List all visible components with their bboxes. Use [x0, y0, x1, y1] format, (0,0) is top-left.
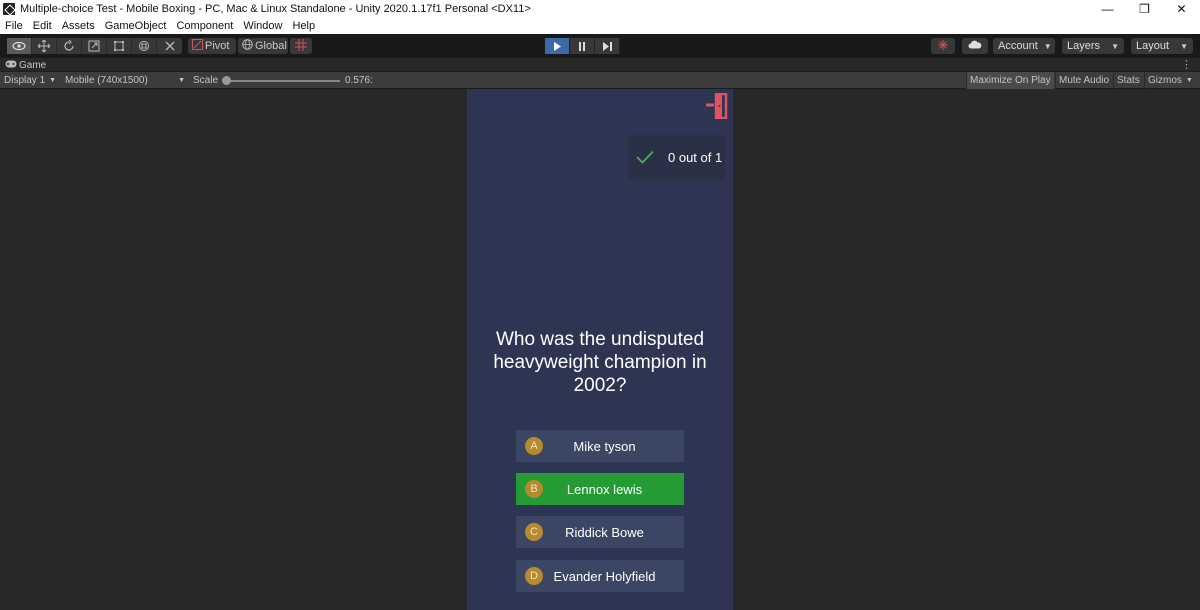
- gamepad-icon: [5, 60, 17, 70]
- scale-slider-handle[interactable]: [222, 76, 231, 85]
- layout-label: Layout: [1136, 40, 1170, 52]
- maximize-on-play-toggle[interactable]: Maximize On Play: [966, 72, 1054, 89]
- question-text: Who was the undisputed heavyweight champ…: [493, 329, 707, 396]
- account-label: Account: [998, 40, 1038, 52]
- window-controls: — ❐ ✕: [1089, 0, 1200, 18]
- chevron-down-icon: ▼: [1180, 41, 1188, 51]
- menu-edit[interactable]: Edit: [28, 20, 57, 32]
- game-tab-bar: Game ⋮: [0, 58, 1200, 72]
- layout-dropdown[interactable]: Layout ▼: [1131, 38, 1193, 54]
- gizmos-label: Gizmos: [1148, 75, 1182, 86]
- restore-button[interactable]: ❐: [1126, 0, 1163, 18]
- cloud-icon: [968, 40, 982, 52]
- collab-button[interactable]: [931, 38, 955, 54]
- transform-tool-icon[interactable]: [132, 38, 157, 54]
- playback-controls: [545, 38, 620, 54]
- chevron-down-icon: ▼: [1185, 77, 1193, 84]
- view-tool-eye-icon[interactable]: [7, 38, 32, 54]
- play-button[interactable]: [545, 38, 570, 54]
- answer-text: Evander Holyfield: [553, 568, 656, 584]
- gizmos-dropdown[interactable]: Gizmos ▼: [1144, 72, 1193, 89]
- answer-option-c[interactable]: C Riddick Bowe: [516, 516, 684, 548]
- collab-sparkle-icon: [937, 39, 949, 54]
- main-toolbar: Pivot Global Account ▼ Layers ▼ Layout ▼: [0, 34, 1200, 58]
- unity-logo-icon: [3, 3, 15, 15]
- globe-icon: [242, 39, 253, 53]
- global-toggle[interactable]: Global: [238, 38, 288, 54]
- account-dropdown[interactable]: Account ▼: [993, 38, 1055, 54]
- answer-letter-badge: B: [525, 480, 543, 498]
- window-title-bar: Multiple-choice Test - Mobile Boxing - P…: [0, 0, 1200, 18]
- answer-text: Riddick Bowe: [565, 524, 644, 540]
- move-tool-icon[interactable]: [32, 38, 57, 54]
- pivot-toggle[interactable]: Pivot: [188, 38, 236, 54]
- scale-slider-track[interactable]: [226, 80, 340, 82]
- score-text: 0 out of 1: [668, 149, 723, 165]
- tab-game[interactable]: Game: [5, 58, 46, 72]
- scale-tool-icon[interactable]: [82, 38, 107, 54]
- grid-snap-button[interactable]: [290, 38, 312, 54]
- cloud-button[interactable]: [962, 38, 988, 54]
- menu-help[interactable]: Help: [287, 20, 320, 32]
- menu-file[interactable]: File: [0, 20, 28, 32]
- transform-tools: [7, 38, 182, 54]
- answer-letter-badge: D: [525, 567, 543, 585]
- minimize-button[interactable]: —: [1089, 0, 1126, 18]
- menu-gameobject[interactable]: GameObject: [100, 20, 172, 32]
- global-label: Global: [255, 40, 287, 52]
- pivot-label: Pivot: [205, 40, 230, 52]
- game-view-bar: Display 1 ▼ Mobile (740x1500) ▼ Scale 0.…: [0, 72, 1200, 89]
- chevron-down-icon: ▼: [1111, 41, 1119, 51]
- check-icon: [636, 150, 654, 164]
- menu-window[interactable]: Window: [238, 20, 287, 32]
- pause-button[interactable]: [570, 38, 595, 54]
- display-dropdown[interactable]: Display 1 ▼: [4, 72, 56, 89]
- answer-text: Mike tyson: [573, 438, 636, 454]
- display-label: Display 1: [4, 75, 46, 86]
- exit-door-icon[interactable]: [706, 93, 728, 119]
- resolution-dropdown[interactable]: Mobile (740x1500) ▼: [65, 72, 185, 89]
- answer-letter-badge: C: [525, 523, 543, 541]
- custom-tool-icon[interactable]: [157, 38, 182, 54]
- tab-game-label: Game: [19, 59, 47, 71]
- chevron-down-icon: ▼: [178, 77, 185, 84]
- answer-text: Lennox lewis: [566, 481, 643, 497]
- answer-option-d[interactable]: D Evander Holyfield: [516, 560, 684, 592]
- mute-audio-toggle[interactable]: Mute Audio: [1055, 72, 1112, 89]
- menu-bar: File Edit Assets GameObject Component Wi…: [0, 18, 1200, 34]
- window-title: Multiple-choice Test - Mobile Boxing - P…: [20, 3, 531, 15]
- menu-component[interactable]: Component: [171, 20, 238, 32]
- rotate-tool-icon[interactable]: [57, 38, 82, 54]
- grid-snap-icon: [295, 38, 307, 54]
- layers-label: Layers: [1067, 40, 1101, 52]
- scale-value: 0.576:: [345, 75, 373, 86]
- answer-option-a[interactable]: A Mike tyson: [516, 430, 684, 462]
- close-button[interactable]: ✕: [1163, 0, 1200, 18]
- step-button[interactable]: [595, 38, 620, 54]
- scale-label: Scale: [193, 75, 219, 86]
- menu-assets[interactable]: Assets: [57, 20, 100, 32]
- stats-toggle[interactable]: Stats: [1113, 72, 1143, 89]
- chevron-down-icon: ▼: [49, 77, 57, 84]
- chevron-down-icon: ▼: [1043, 41, 1052, 51]
- game-screen: 0 out of 1 Who was the undisputed heavyw…: [467, 89, 733, 610]
- rect-tool-icon[interactable]: [107, 38, 132, 54]
- game-viewport: 0 out of 1 Who was the undisputed heavyw…: [0, 89, 1200, 610]
- more-options-icon[interactable]: ⋮: [1181, 58, 1192, 72]
- pivot-icon: [192, 39, 203, 53]
- answer-letter-badge: A: [525, 437, 543, 455]
- answer-option-b[interactable]: B Lennox lewis: [516, 473, 684, 505]
- score-panel: 0 out of 1: [628, 135, 725, 179]
- layers-dropdown[interactable]: Layers ▼: [1062, 38, 1124, 54]
- resolution-label: Mobile (740x1500): [65, 75, 148, 86]
